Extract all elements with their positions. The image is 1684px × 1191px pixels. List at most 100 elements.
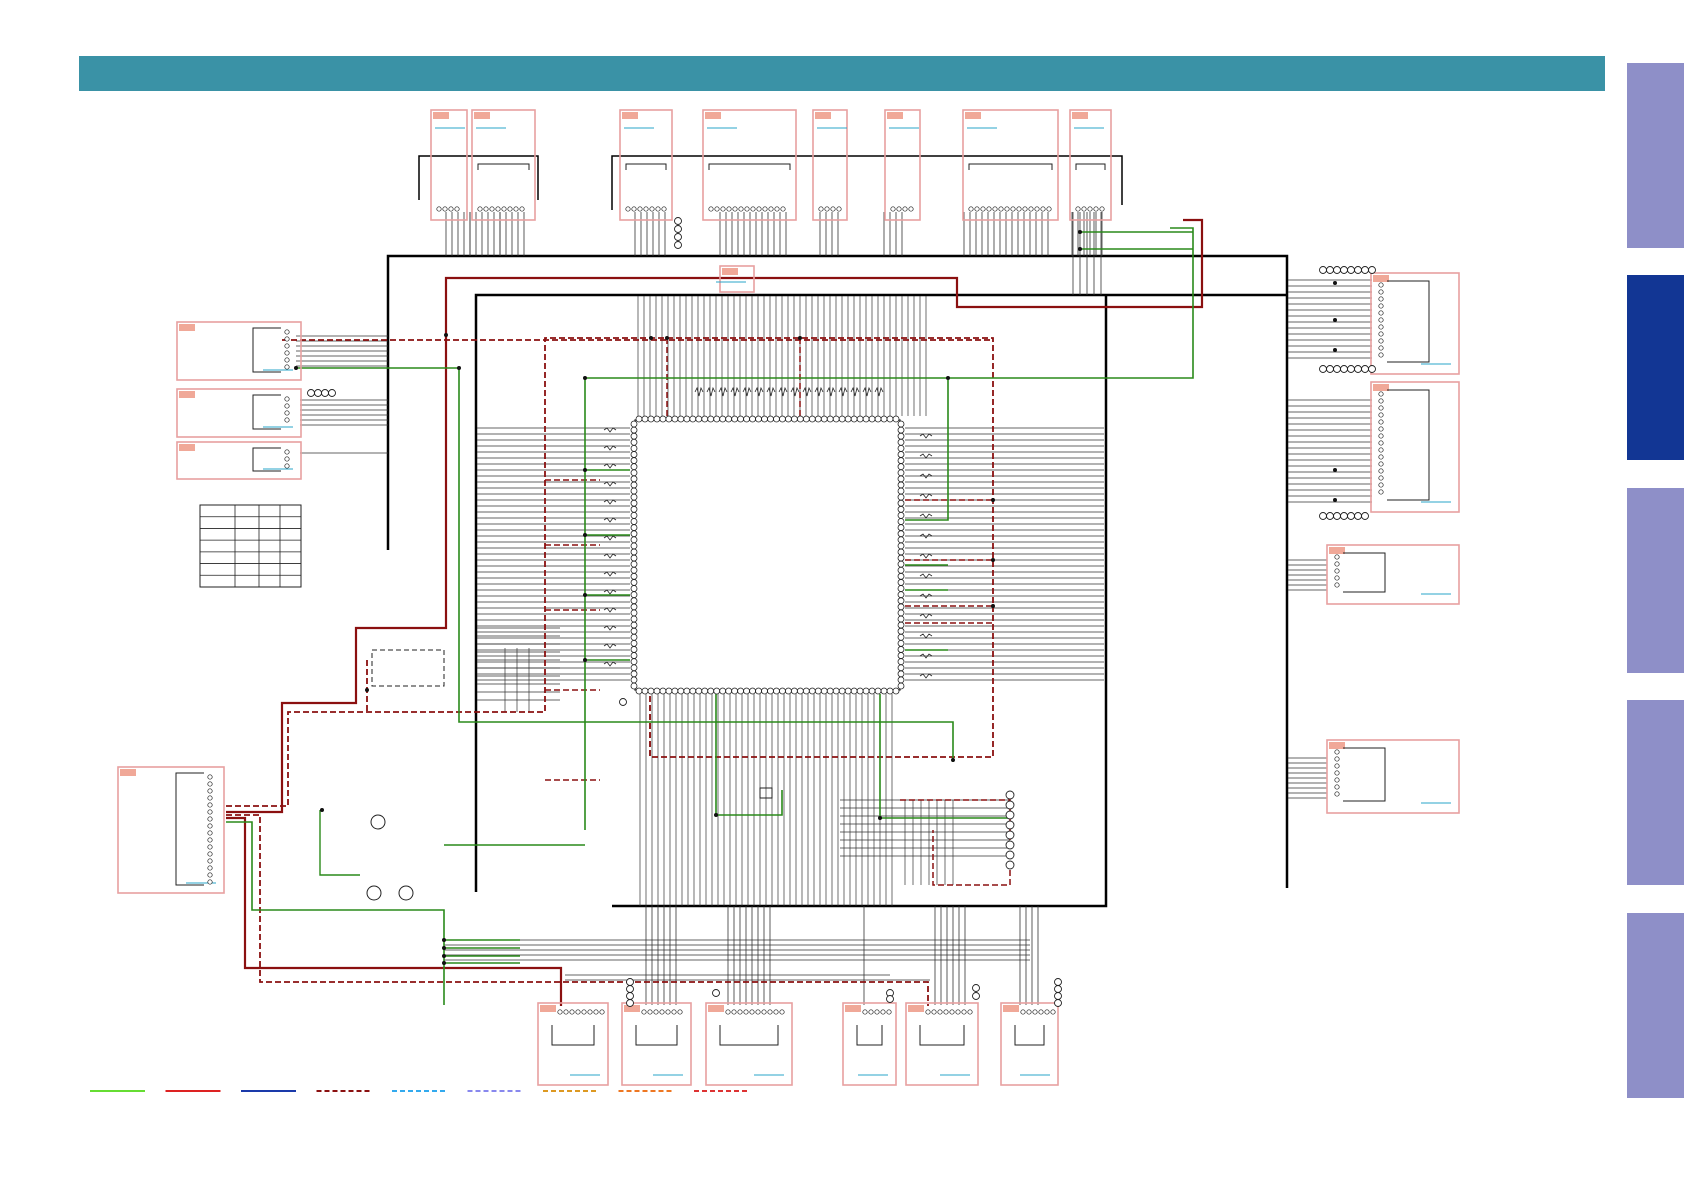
junction-dot — [1078, 230, 1082, 234]
junction-dot — [798, 336, 802, 340]
ic-pin — [630, 603, 638, 611]
ic-pin — [808, 687, 816, 695]
junction-dot — [1333, 281, 1337, 285]
ic-pin — [635, 687, 643, 695]
ic-pin — [820, 687, 828, 695]
resistor-mark — [603, 427, 617, 433]
block-tag — [433, 112, 449, 119]
block-tag — [722, 268, 738, 275]
ic-pin — [647, 415, 655, 423]
ic-pin — [641, 415, 649, 423]
connector-block-3 — [619, 109, 673, 221]
ic-pin — [761, 415, 768, 423]
ic-pin — [880, 415, 888, 423]
ic-pin — [683, 687, 691, 695]
ic-pin — [897, 432, 905, 440]
connector-pin — [1081, 206, 1087, 212]
connector-pin — [1378, 475, 1384, 481]
connector-pin — [1378, 405, 1384, 411]
connector-bracket — [919, 1025, 965, 1046]
ic-pin — [897, 518, 905, 525]
connector-pin — [436, 206, 442, 212]
connector-pin — [874, 1009, 880, 1015]
block-outline — [471, 109, 536, 221]
connector-pin — [731, 1009, 737, 1015]
ic-pin — [630, 524, 638, 531]
connector-pin — [1046, 206, 1052, 212]
ic-pin — [731, 687, 739, 695]
connector-pin — [284, 417, 290, 423]
ic-pin — [897, 682, 905, 690]
resistor-mark — [603, 661, 617, 667]
resistor-mark — [603, 571, 617, 577]
ic-pin — [897, 505, 905, 513]
connector-pin — [1022, 206, 1028, 212]
connector-block-11 — [176, 388, 302, 438]
ic-pin — [630, 548, 638, 556]
block-outline — [962, 109, 1059, 221]
connector-pin — [207, 872, 213, 878]
ic-pin — [630, 572, 638, 580]
connector-pin — [880, 1009, 886, 1015]
block-tag — [1003, 1005, 1019, 1012]
connector-pin — [207, 837, 213, 843]
connector-pin — [284, 357, 290, 363]
connector-pin — [738, 206, 744, 212]
test-pad — [1005, 820, 1015, 830]
ic-pin — [677, 687, 685, 695]
connector-bracket — [1387, 389, 1430, 501]
schematic-diagram — [90, 109, 1460, 1092]
ic-pin — [844, 687, 852, 695]
test-pad — [328, 389, 336, 397]
ic-pin — [713, 415, 721, 423]
connector-pin — [749, 1009, 755, 1015]
test-pad — [1319, 266, 1327, 274]
connector-pin — [501, 206, 507, 212]
resistor-mark — [742, 386, 752, 397]
ic-pin — [630, 597, 638, 605]
block-outline — [702, 109, 797, 221]
block-outline — [905, 1002, 979, 1086]
ic-pin — [630, 536, 638, 544]
connector-pin — [1334, 582, 1340, 588]
connector-pin — [774, 206, 780, 212]
test-pad — [674, 233, 682, 241]
test-pad — [1005, 800, 1015, 810]
ic-pin — [630, 591, 638, 599]
ic-pin — [630, 646, 638, 653]
ic-pin — [897, 530, 905, 538]
connector-pin — [955, 1009, 961, 1015]
ic-pin — [862, 415, 870, 423]
ic-pin — [630, 615, 638, 623]
block-tag — [908, 1005, 924, 1012]
resistor-mark — [603, 517, 617, 523]
ic-pin — [630, 438, 638, 446]
junction-dot — [294, 366, 298, 370]
test-pad — [1326, 365, 1334, 373]
ic-pin — [630, 451, 638, 458]
block-outline — [621, 1002, 692, 1086]
power-trace — [226, 816, 563, 1006]
connector-pin — [637, 206, 643, 212]
block-outline — [537, 1002, 609, 1086]
connector-pin — [824, 206, 830, 212]
resistor-mark — [826, 386, 836, 397]
block-outline — [176, 441, 302, 480]
connector-pin — [720, 206, 726, 212]
ic-pin — [630, 444, 638, 452]
ic-pin — [630, 481, 638, 489]
ic-pin — [737, 687, 745, 695]
ic-pin — [725, 415, 733, 423]
block-outline — [1326, 739, 1460, 814]
connector-pin — [737, 1009, 743, 1015]
block-tag — [474, 112, 490, 119]
connector-pin — [714, 206, 720, 212]
ic-pin — [630, 621, 638, 629]
test-pad — [619, 698, 627, 706]
connector-pin — [1378, 433, 1384, 439]
test-pad — [1054, 999, 1062, 1007]
block-tag — [1329, 547, 1345, 554]
connector-block-23 — [1000, 1002, 1059, 1086]
junction-dot — [442, 946, 446, 950]
connector-pin — [968, 206, 974, 212]
